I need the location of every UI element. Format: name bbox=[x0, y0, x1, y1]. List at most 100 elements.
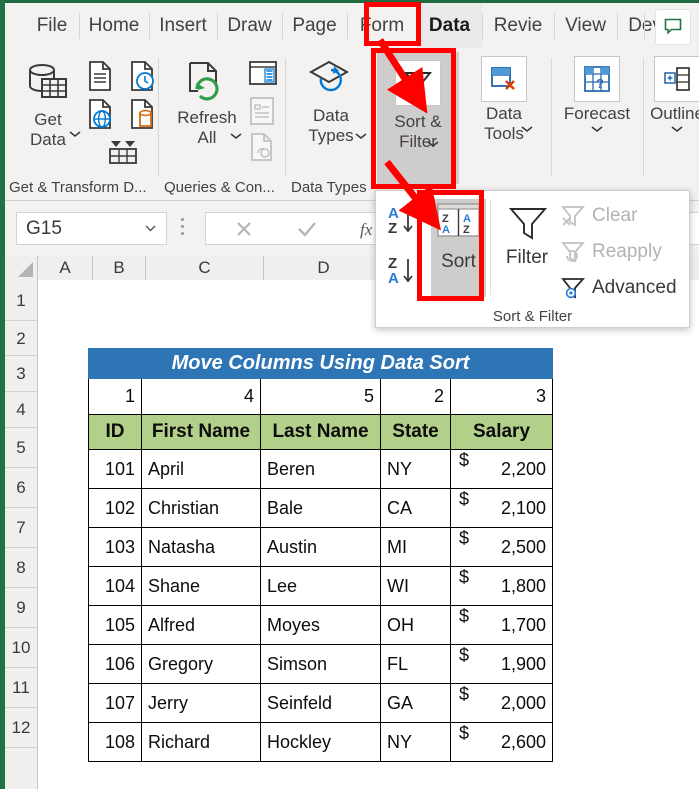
cell-first-name[interactable]: Richard bbox=[141, 722, 261, 762]
cell-state[interactable]: NY bbox=[380, 722, 451, 762]
cell-state[interactable]: WI bbox=[380, 566, 451, 606]
table-row[interactable]: 105 Alfred Moyes OH $1,700 bbox=[88, 605, 553, 645]
cell-id[interactable]: 102 bbox=[88, 488, 142, 528]
row-header-9[interactable]: 9 bbox=[5, 588, 37, 628]
cell-salary[interactable]: $2,600 bbox=[450, 722, 553, 762]
cell-first-name[interactable]: Alfred bbox=[141, 605, 261, 645]
cell-last-name[interactable]: Seinfeld bbox=[260, 683, 381, 723]
ribbon-tab-data[interactable]: Data bbox=[417, 3, 482, 48]
row-header-12[interactable]: 12 bbox=[5, 708, 37, 748]
column-header-d[interactable]: D bbox=[264, 256, 384, 280]
sheet-cells-area[interactable]: Move Columns Using Data Sort 14523 ID Fir… bbox=[38, 280, 699, 789]
cell-first-name[interactable]: Gregory bbox=[141, 644, 261, 684]
comment-icon[interactable] bbox=[655, 9, 691, 45]
row-header-11[interactable]: 11 bbox=[5, 668, 37, 708]
from-text-csv-icon[interactable] bbox=[85, 60, 115, 97]
cell-first-name[interactable]: Christian bbox=[141, 488, 261, 528]
ribbon-tab-file[interactable]: File bbox=[25, 3, 79, 48]
order-cell[interactable]: 5 bbox=[260, 378, 381, 415]
data-tools-button[interactable]: Data Tools bbox=[465, 56, 543, 144]
row-header-4[interactable]: 4 bbox=[5, 392, 37, 428]
row-header-7[interactable]: 7 bbox=[5, 508, 37, 548]
column-header-b[interactable]: B bbox=[93, 256, 146, 280]
cell-state[interactable]: OH bbox=[380, 605, 451, 645]
table-row[interactable]: 107 Jerry Seinfeld GA $2,000 bbox=[88, 683, 553, 723]
cell-salary[interactable]: $2,200 bbox=[450, 449, 553, 489]
ribbon-tab-home[interactable]: Home bbox=[79, 3, 149, 48]
cell-last-name[interactable]: Bale bbox=[260, 488, 381, 528]
column-header-a[interactable]: A bbox=[38, 256, 93, 280]
select-all-corner[interactable] bbox=[5, 256, 38, 280]
formula-bar-handle[interactable] bbox=[181, 218, 185, 239]
existing-connections-icon[interactable] bbox=[127, 98, 157, 135]
table-row[interactable]: 102 Christian Bale CA $2,100 bbox=[88, 488, 553, 528]
row-header-2[interactable]: 2 bbox=[5, 321, 37, 356]
from-table-range-icon[interactable] bbox=[106, 136, 140, 171]
outline-button[interactable]: Outline bbox=[647, 56, 699, 133]
column-label-cell[interactable]: Salary bbox=[450, 414, 553, 450]
table-row[interactable]: 104 Shane Lee WI $1,800 bbox=[88, 566, 553, 606]
row-header-8[interactable]: 8 bbox=[5, 548, 37, 588]
cell-state[interactable]: FL bbox=[380, 644, 451, 684]
cancel-x-icon[interactable] bbox=[232, 216, 256, 241]
order-cell[interactable]: 1 bbox=[88, 378, 142, 415]
queries-connections-pane-icon[interactable] bbox=[248, 60, 278, 93]
cell-id[interactable]: 106 bbox=[88, 644, 142, 684]
row-header-10[interactable]: 10 bbox=[5, 628, 37, 668]
cell-first-name[interactable]: Natasha bbox=[141, 527, 261, 567]
data-types-button[interactable]: Data Types bbox=[293, 60, 369, 146]
order-cell[interactable]: 3 bbox=[450, 378, 553, 415]
cell-salary[interactable]: $1,900 bbox=[450, 644, 553, 684]
get-data-button[interactable]: Get Data bbox=[15, 58, 81, 150]
cell-id[interactable]: 108 bbox=[88, 722, 142, 762]
column-label-cell[interactable]: Last Name bbox=[260, 414, 381, 450]
cell-id[interactable]: 104 bbox=[88, 566, 142, 606]
cell-id[interactable]: 103 bbox=[88, 527, 142, 567]
cell-salary[interactable]: $2,100 bbox=[450, 488, 553, 528]
cell-last-name[interactable]: Beren bbox=[260, 449, 381, 489]
row-header-6[interactable]: 6 bbox=[5, 468, 37, 508]
cell-id[interactable]: 101 bbox=[88, 449, 142, 489]
ribbon-tab-page[interactable]: Page bbox=[282, 3, 347, 48]
cell-salary[interactable]: $2,500 bbox=[450, 527, 553, 567]
row-header-3[interactable]: 3 bbox=[5, 356, 37, 392]
cell-first-name[interactable]: Shane bbox=[141, 566, 261, 606]
cell-first-name[interactable]: Jerry bbox=[141, 683, 261, 723]
name-box[interactable]: G15 bbox=[16, 212, 167, 245]
cell-last-name[interactable]: Simson bbox=[260, 644, 381, 684]
order-cell[interactable]: 2 bbox=[380, 378, 451, 415]
refresh-all-button[interactable]: Refresh All bbox=[168, 60, 246, 148]
table-row[interactable]: 103 Natasha Austin MI $2,500 bbox=[88, 527, 553, 567]
ribbon-tab-insert[interactable]: Insert bbox=[149, 3, 217, 48]
column-label-cell[interactable]: ID bbox=[88, 414, 142, 450]
cell-state[interactable]: MI bbox=[380, 527, 451, 567]
cell-last-name[interactable]: Lee bbox=[260, 566, 381, 606]
cell-state[interactable]: CA bbox=[380, 488, 451, 528]
forecast-button[interactable]: ? Forecast bbox=[555, 56, 639, 133]
column-label-cell[interactable]: First Name bbox=[141, 414, 261, 450]
cell-state[interactable]: GA bbox=[380, 683, 451, 723]
order-cell[interactable]: 4 bbox=[141, 378, 261, 415]
cell-id[interactable]: 107 bbox=[88, 683, 142, 723]
cell-id[interactable]: 105 bbox=[88, 605, 142, 645]
column-header-c[interactable]: C bbox=[146, 256, 264, 280]
ribbon-tab-view[interactable]: View bbox=[554, 3, 617, 48]
filter-button[interactable]: Filter bbox=[498, 199, 556, 289]
column-label-cell[interactable]: State bbox=[380, 414, 451, 450]
table-row[interactable]: 108 Richard Hockley NY $2,600 bbox=[88, 722, 553, 762]
recent-sources-icon[interactable] bbox=[127, 60, 157, 97]
ribbon-tab-review[interactable]: Revie bbox=[482, 3, 554, 48]
chevron-down-icon[interactable] bbox=[145, 225, 156, 232]
cell-last-name[interactable]: Moyes bbox=[260, 605, 381, 645]
enter-check-icon[interactable] bbox=[294, 216, 320, 241]
cell-salary[interactable]: $2,000 bbox=[450, 683, 553, 723]
table-row[interactable]: 101 April Beren NY $2,200 bbox=[88, 449, 553, 489]
table-row[interactable]: 106 Gregory Simson FL $1,900 bbox=[88, 644, 553, 684]
cell-state[interactable]: NY bbox=[380, 449, 451, 489]
cell-salary[interactable]: $1,800 bbox=[450, 566, 553, 606]
row-header-1[interactable]: 1 bbox=[5, 280, 37, 321]
cell-last-name[interactable]: Hockley bbox=[260, 722, 381, 762]
from-web-icon[interactable] bbox=[85, 98, 115, 135]
ribbon-tab-draw[interactable]: Draw bbox=[217, 3, 282, 48]
cell-salary[interactable]: $1,700 bbox=[450, 605, 553, 645]
